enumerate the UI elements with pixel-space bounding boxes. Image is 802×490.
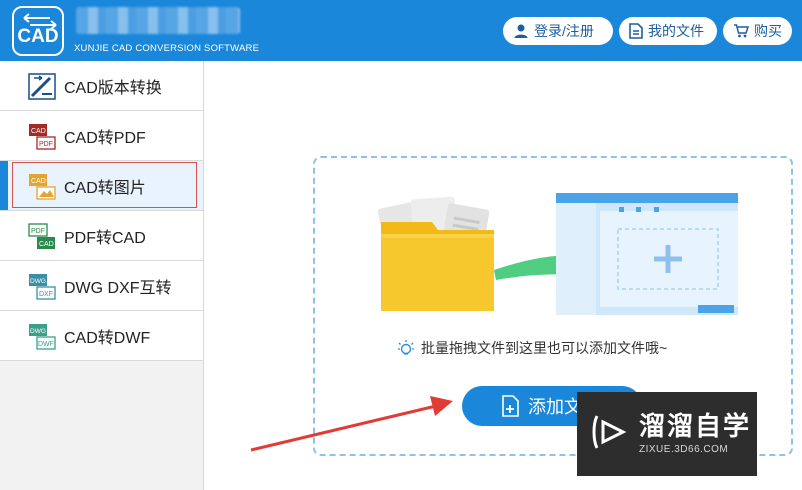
drag-hint: 批量拖拽文件到这里也可以添加文件哦~ bbox=[397, 338, 667, 358]
lightbulb-icon bbox=[398, 340, 414, 355]
sidebar-item-label: PDF转CAD bbox=[64, 229, 146, 247]
svg-text:PDF: PDF bbox=[39, 141, 53, 148]
my-files-button[interactable]: 我的文件 bbox=[619, 17, 717, 45]
login-register-label: 登录/注册 bbox=[534, 23, 594, 39]
dwg-dxf-icon: DWG DXF bbox=[29, 274, 56, 300]
user-icon bbox=[514, 24, 528, 38]
svg-text:CAD: CAD bbox=[39, 241, 54, 248]
my-files-label: 我的文件 bbox=[648, 23, 704, 39]
svg-text:PDF: PDF bbox=[31, 228, 45, 235]
cad-to-pdf-icon: CAD PDF bbox=[29, 124, 56, 150]
play-logo-icon bbox=[592, 415, 627, 449]
watermark-url: ZIXUE.3D66.COM bbox=[639, 444, 729, 455]
svg-text:CAD: CAD bbox=[31, 178, 46, 185]
sidebar-item-label: CAD转DWF bbox=[64, 329, 151, 347]
app-window-illustration bbox=[556, 193, 738, 315]
folder-illustration bbox=[377, 196, 494, 311]
sidebar-item-pdf-to-cad[interactable]: PDF CAD PDF转CAD bbox=[0, 211, 203, 261]
sidebar-item-cad-to-image[interactable]: CAD CAD转图片 bbox=[0, 161, 203, 211]
pdf-to-cad-icon: PDF CAD bbox=[28, 223, 55, 249]
buy-button[interactable]: 购买 bbox=[723, 17, 792, 45]
sidebar-item-label: DWG DXF互转 bbox=[64, 279, 172, 297]
buy-label: 购买 bbox=[754, 23, 782, 39]
cad-to-image-icon: CAD bbox=[29, 174, 56, 200]
cart-icon bbox=[734, 24, 749, 38]
active-indicator bbox=[0, 161, 8, 210]
sidebar-item-label: CAD转PDF bbox=[64, 129, 146, 147]
sidebar: CAD版本转换 CAD PDF CAD转PDF CAD CAD转图片 PDF C… bbox=[0, 61, 204, 490]
watermark-title: 溜溜自学 bbox=[639, 411, 752, 441]
app-logo: CAD bbox=[12, 6, 64, 56]
sidebar-item-cad-to-dwf[interactable]: DWG DWF CAD转DWF bbox=[0, 311, 203, 361]
logo-text: CAD bbox=[17, 26, 59, 47]
cad-to-dwf-icon: DWG DWF bbox=[29, 324, 56, 350]
sidebar-item-dwg-dxf[interactable]: DWG DXF DWG DXF互转 bbox=[0, 261, 203, 311]
cad-version-icon bbox=[28, 73, 56, 100]
document-icon bbox=[629, 23, 643, 39]
sidebar-item-cad-to-pdf[interactable]: CAD PDF CAD转PDF bbox=[0, 111, 203, 161]
drag-hint-text: 批量拖拽文件到这里也可以添加文件哦~ bbox=[421, 340, 668, 356]
watermark-overlay: 溜溜自学 ZIXUE.3D66.COM bbox=[577, 392, 757, 476]
svg-text:DXF: DXF bbox=[39, 291, 53, 298]
sidebar-item-cad-version[interactable]: CAD版本转换 bbox=[0, 61, 203, 111]
add-file-icon bbox=[502, 395, 519, 417]
svg-text:DWF: DWF bbox=[38, 341, 54, 348]
svg-text:DWG: DWG bbox=[30, 278, 46, 285]
sidebar-item-label: CAD版本转换 bbox=[64, 79, 162, 97]
svg-text:CAD: CAD bbox=[31, 128, 46, 135]
app-subtitle: XUNJIE CAD CONVERSION SOFTWARE bbox=[74, 43, 260, 54]
red-arrow-annotation bbox=[250, 396, 453, 452]
login-register-button[interactable]: 登录/注册 bbox=[503, 17, 613, 45]
app-title-blurred bbox=[76, 7, 240, 34]
app-header: CAD XUNJIE CAD CONVERSION SOFTWARE 登录/注册… bbox=[0, 0, 802, 61]
svg-text:DWG: DWG bbox=[30, 328, 46, 335]
sidebar-item-label: CAD转图片 bbox=[64, 179, 146, 197]
